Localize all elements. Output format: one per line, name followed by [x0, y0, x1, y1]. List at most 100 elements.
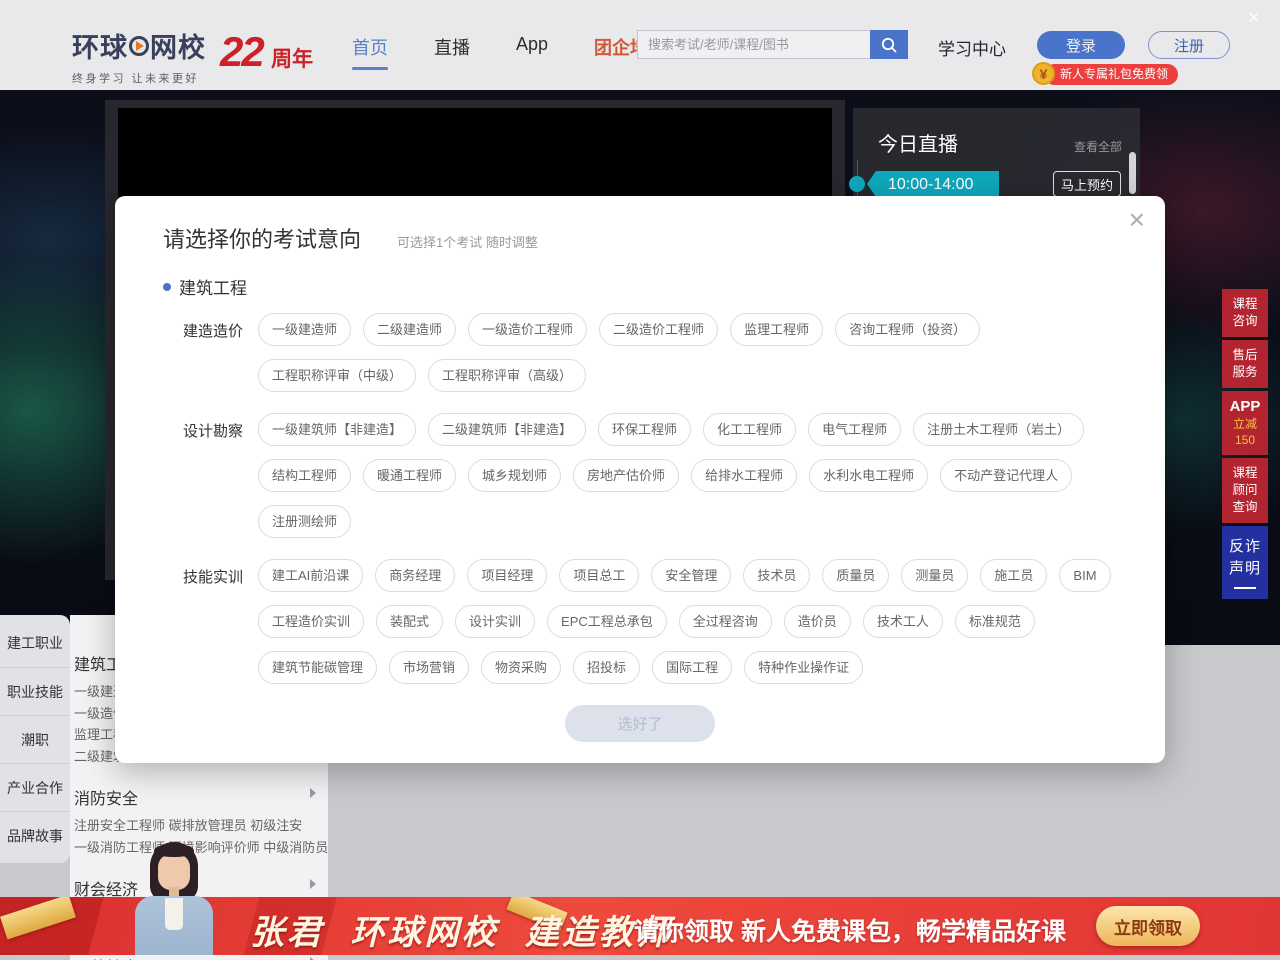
exam-pill-监理工程师[interactable]: 监理工程师	[730, 313, 823, 346]
exam-pill-项目经理[interactable]: 项目经理	[467, 559, 547, 592]
float-button-line: APP	[1225, 398, 1265, 416]
sidebar-item-职业技能[interactable]: 职业技能	[0, 667, 70, 715]
gold-ribbon-decoration	[0, 897, 76, 940]
exam-pill-建筑节能碳管理[interactable]: 建筑节能碳管理	[258, 651, 377, 684]
exam-group-label: 技能实训	[183, 559, 258, 697]
exam-pill-测量员[interactable]: 测量员	[901, 559, 968, 592]
navbar: 环球 网校 终身学习 让未来更好 22 周年 首页直播App团企培训 学习中心 …	[0, 0, 1280, 90]
banner-close-icon[interactable]: ×	[1248, 7, 1260, 30]
exam-pill-装配式[interactable]: 装配式	[376, 605, 443, 638]
exam-pill-注册土木工程师（岩土）[interactable]: 注册土木工程师（岩土）	[913, 413, 1084, 446]
exam-pill-技术工人[interactable]: 技术工人	[863, 605, 943, 638]
exam-pill-水利水电工程师[interactable]: 水利水电工程师	[809, 459, 928, 492]
nav-item-首页[interactable]: 首页	[352, 34, 388, 60]
exam-pill-设计实训[interactable]: 设计实训	[455, 605, 535, 638]
pill-line: 工程职称评审（中级） 工程职称评审（高级）	[258, 359, 980, 392]
chevron-right-icon	[310, 957, 316, 960]
new-user-gift-badge[interactable]: ¥ 新人专属礼包免费领	[1044, 64, 1178, 85]
exam-pill-技术员[interactable]: 技术员	[743, 559, 810, 592]
exam-pill-工程职称评审（中级）[interactable]: 工程职称评审（中级）	[258, 359, 416, 392]
exam-pill-EPC工程总承包[interactable]: EPC工程总承包	[547, 605, 667, 638]
site-logo[interactable]: 环球 网校 终身学习 让未来更好	[72, 26, 206, 86]
reserve-button[interactable]: 马上预约	[1053, 171, 1121, 197]
float-button-line: 查询	[1225, 499, 1265, 516]
exam-pill-化工工程师[interactable]: 化工工程师	[703, 413, 796, 446]
exam-pill-安全管理[interactable]: 安全管理	[651, 559, 731, 592]
exam-pill-环保工程师[interactable]: 环保工程师	[598, 413, 691, 446]
exam-pill-项目总工[interactable]: 项目总工	[559, 559, 639, 592]
exam-pill-结构工程师[interactable]: 结构工程师	[258, 459, 351, 492]
anniversary-badge: 22 周年	[220, 28, 313, 76]
float-button-line: 咨询	[1225, 313, 1265, 330]
exam-group-技能实训: 技能实训建工AI前沿课商务经理项目经理项目总工安全管理技术员质量员测量员施工员 B…	[183, 559, 1145, 697]
exam-pill-二级造价工程师[interactable]: 二级造价工程师	[599, 313, 718, 346]
exam-pill-咨询工程师（投资）[interactable]: 咨询工程师（投资）	[835, 313, 980, 346]
float-button-line: 服务	[1225, 364, 1265, 381]
exam-pill-电气工程师[interactable]: 电气工程师	[808, 413, 901, 446]
exam-pill-注册测绘师[interactable]: 注册测绘师	[258, 505, 351, 538]
pill-line: 工程造价实训装配式设计实训 EPC工程总承包全过程咨询造价员技术工人标准规范	[258, 605, 1111, 638]
float-button-line: 声明	[1225, 558, 1265, 580]
pill-line: 建筑节能碳管理市场营销物资采购招投标国际工程特种作业操作证	[258, 651, 1111, 684]
mega-menu-links[interactable]: 注册安全工程师 碳排放管理员 初级注安	[74, 815, 316, 837]
exam-pill-城乡规划师[interactable]: 城乡规划师	[468, 459, 561, 492]
exam-pill-招投标[interactable]: 招投标	[573, 651, 640, 684]
register-button[interactable]: 注册	[1148, 31, 1230, 59]
exam-pill-工程造价实训[interactable]: 工程造价实训	[258, 605, 364, 638]
search-button[interactable]	[870, 30, 908, 59]
learning-center-link[interactable]: 学习中心	[938, 35, 1006, 60]
exam-pill-商务经理[interactable]: 商务经理	[375, 559, 455, 592]
exam-pill-特种作业操作证[interactable]: 特种作业操作证	[744, 651, 863, 684]
exam-pill-全过程咨询[interactable]: 全过程咨询	[679, 605, 772, 638]
sidebar-item-产业合作[interactable]: 产业合作	[0, 763, 70, 811]
claim-now-button[interactable]: 立即领取	[1096, 906, 1200, 946]
login-button[interactable]: 登录	[1037, 31, 1125, 59]
float-button-课程咨询[interactable]: 课程咨询	[1222, 289, 1268, 337]
sidebar-item-潮职[interactable]: 潮职	[0, 715, 70, 763]
float-button-售后服务[interactable]: 售后服务	[1222, 340, 1268, 388]
chevron-right-icon	[310, 788, 316, 798]
float-button-APP[interactable]: APP立减150	[1222, 391, 1268, 455]
exam-pill-造价员[interactable]: 造价员	[784, 605, 851, 638]
exam-pill-标准规范[interactable]: 标准规范	[955, 605, 1035, 638]
exam-pill-质量员[interactable]: 质量员	[822, 559, 889, 592]
float-button-反诈声明[interactable]: 反诈声明	[1222, 526, 1268, 599]
exam-pill-市场营销[interactable]: 市场营销	[389, 651, 469, 684]
exam-pill-国际工程[interactable]: 国际工程	[652, 651, 732, 684]
float-button-课程顾问查询[interactable]: 课程顾问查询	[1222, 458, 1268, 523]
exam-pill-物资采购[interactable]: 物资采购	[481, 651, 561, 684]
exam-pill-暖通工程师[interactable]: 暖通工程师	[363, 459, 456, 492]
exam-pill-二级建筑师【非建造】[interactable]: 二级建筑师【非建造】	[428, 413, 586, 446]
exam-group-label: 设计勘察	[183, 413, 258, 551]
exam-pill-工程职称评审（高级）[interactable]: 工程职称评审（高级）	[428, 359, 586, 392]
exam-pill-一级建造师[interactable]: 一级建造师	[258, 313, 351, 346]
nav-item-App[interactable]: App	[516, 34, 548, 60]
logo-tagline: 终身学习 让未来更好	[72, 70, 206, 86]
nav-item-直播[interactable]: 直播	[434, 34, 470, 60]
float-button-line: 课程	[1225, 465, 1265, 482]
confirm-button[interactable]: 选好了	[565, 705, 715, 742]
coin-icon: ¥	[1032, 62, 1055, 85]
logo-text-right: 网校	[150, 26, 206, 65]
sidebar-item-建工职业[interactable]: 建工职业	[0, 619, 70, 667]
exam-pill-二级建造师[interactable]: 二级建造师	[363, 313, 456, 346]
section-label: 建筑工程	[179, 274, 247, 299]
mega-section-title[interactable]: 消防安全	[74, 785, 316, 809]
live-time-ribbon: 10:00-14:00	[876, 171, 999, 198]
search-input[interactable]	[637, 30, 870, 59]
today-live-title: 今日直播	[878, 128, 958, 157]
exam-pill-BIM[interactable]: BIM	[1059, 559, 1110, 592]
exam-pill-不动产登记代理人[interactable]: 不动产登记代理人	[940, 459, 1072, 492]
exam-pill-一级造价工程师[interactable]: 一级造价工程师	[468, 313, 587, 346]
view-all-link[interactable]: 查看全部	[1074, 138, 1122, 155]
exam-pill-建工AI前沿课[interactable]: 建工AI前沿课	[258, 559, 363, 592]
sidebar-item-品牌故事[interactable]: 品牌故事	[0, 811, 70, 859]
live-list-scrollbar[interactable]	[1129, 152, 1136, 194]
exam-pill-房地产估价师[interactable]: 房地产估价师	[573, 459, 679, 492]
pill-line: 一级建筑师【非建造】二级建筑师【非建造】环保工程师化工工程师电气工程师注册土木工…	[258, 413, 1084, 446]
close-icon[interactable]: ×	[1129, 206, 1145, 234]
float-button-line: 反诈	[1225, 536, 1265, 558]
exam-pill-给排水工程师[interactable]: 给排水工程师	[691, 459, 797, 492]
exam-pill-施工员[interactable]: 施工员	[980, 559, 1047, 592]
exam-pill-一级建筑师【非建造】[interactable]: 一级建筑师【非建造】	[258, 413, 416, 446]
